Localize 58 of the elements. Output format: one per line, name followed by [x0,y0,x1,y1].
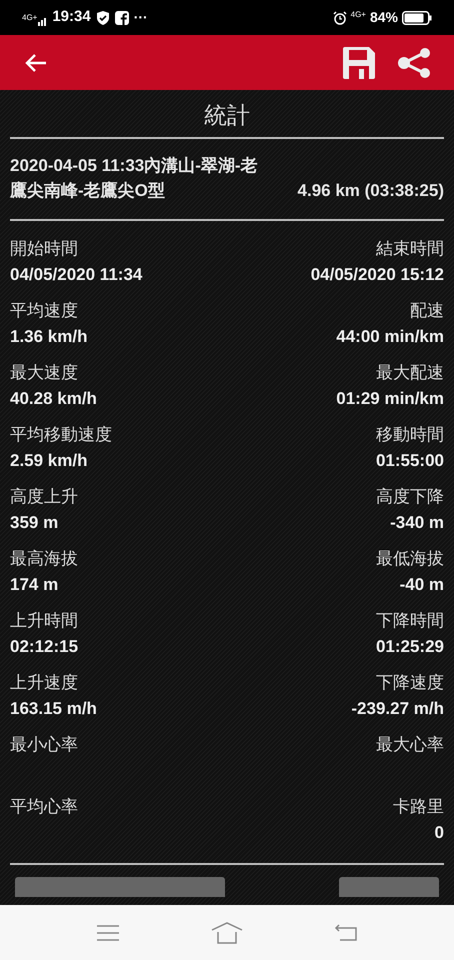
track-name: 2020-04-05 11:33內溝山-翠湖-老鷹尖南峰-老鷹尖O型 [10,154,259,202]
stat-value: -40 m [400,574,444,596]
stat-value: 01:55:00 [376,450,444,472]
stat-value: 2.59 km/h [10,450,88,472]
stat-label: 最低海拔 [376,548,444,570]
stat-value: -340 m [390,512,444,534]
stat-value: 163.15 m/h [10,698,97,720]
action-button[interactable] [339,876,439,896]
stat-value: 01:25:29 [376,636,444,658]
stat-label: 高度上升 [10,486,78,508]
stat-value: 40.28 km/h [10,388,97,410]
clock-time: 19:34 [52,7,91,28]
stat-label: 配速 [410,300,444,322]
stat-label: 最高海拔 [10,548,78,570]
stat-value: 04/05/2020 11:34 [10,264,142,286]
notification-more: ··· [134,8,148,27]
screen-title: 統計 [203,101,251,130]
facebook-icon [114,10,129,24]
network-label: 4G+ [22,14,38,22]
signal-icon [38,16,48,26]
stat-label: 高度下降 [376,486,444,508]
battery-percent: 84% [370,8,398,27]
stat-label: 下降速度 [376,672,444,694]
share-icon [397,48,431,78]
shield-icon [96,10,109,24]
stat-value: 04/05/2020 15:12 [310,264,444,286]
track-summary: 4.96 km (03:38:25) [298,180,444,202]
stat-label: 最大配速 [376,362,444,384]
stat-label: 上升時間 [10,610,78,632]
home-icon[interactable] [210,922,243,944]
back-icon[interactable] [334,922,358,942]
stat-label: 下降時間 [376,610,444,632]
alarm-icon [332,10,347,24]
stat-label: 結束時間 [376,238,444,260]
stat-label: 最大心率 [376,734,444,756]
stat-value: 359 m [10,512,58,534]
back-arrow-icon [25,52,47,72]
stat-label: 卡路里 [393,796,444,818]
stat-label: 平均移動速度 [10,424,112,446]
network-label: 4G+ [350,10,366,18]
save-button[interactable] [342,46,376,80]
stat-label: 最大速度 [10,362,78,384]
action-button[interactable] [15,876,225,896]
stat-value: 02:12:15 [10,636,78,658]
stat-value: 0 [434,822,444,844]
stat-value: 44:00 min/km [336,326,444,348]
menu-icon[interactable] [96,924,120,942]
stat-value: 1.36 km/h [10,326,88,348]
stat-label: 移動時間 [376,424,444,446]
stat-value: 174 m [10,574,58,596]
stat-label: 開始時間 [10,238,78,260]
stat-value: -239.27 m/h [351,698,444,720]
battery-icon [402,10,432,24]
stat-label: 上升速度 [10,672,78,694]
stat-label: 平均速度 [10,300,78,322]
stat-label: 最小心率 [10,734,78,756]
stat-value: 01:29 min/km [336,388,444,410]
stat-label: 平均心率 [10,796,78,818]
